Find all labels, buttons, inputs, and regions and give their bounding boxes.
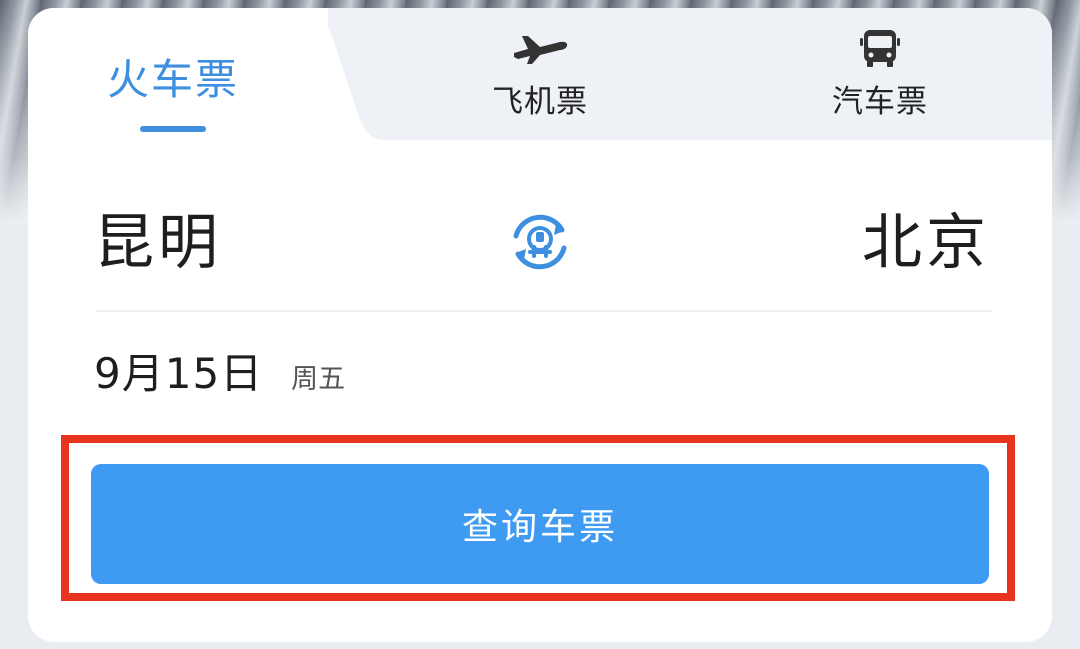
- tab-bus-tickets[interactable]: 汽车票: [798, 8, 962, 140]
- tab-train-tickets[interactable]: 火车票: [68, 8, 278, 140]
- bus-icon: [860, 29, 900, 67]
- route-divider: [96, 310, 992, 312]
- departure-weekday: 周五: [291, 364, 346, 395]
- tab-bus-label: 汽车票: [832, 83, 928, 120]
- airplane-icon: [514, 35, 568, 64]
- departure-city[interactable]: 昆明: [94, 208, 222, 278]
- date-selector[interactable]: 9月15日 周五: [94, 340, 345, 400]
- active-tab-indicator: [140, 126, 206, 132]
- tab-flight-label: 飞机票: [492, 83, 588, 120]
- route-row: 昆明 北京: [28, 140, 1052, 310]
- departure-date: 9月15日: [94, 349, 264, 398]
- arrival-city[interactable]: 北京: [862, 208, 990, 278]
- tab-train-label: 火车票: [106, 54, 239, 104]
- swap-stations-icon[interactable]: [504, 206, 576, 278]
- highlight-annotation: [61, 435, 1015, 601]
- active-tab-curve: [304, 8, 384, 140]
- tab-bar: 火车票 飞机票 汽车票: [28, 8, 1052, 140]
- tab-flight-tickets[interactable]: 飞机票: [458, 8, 622, 140]
